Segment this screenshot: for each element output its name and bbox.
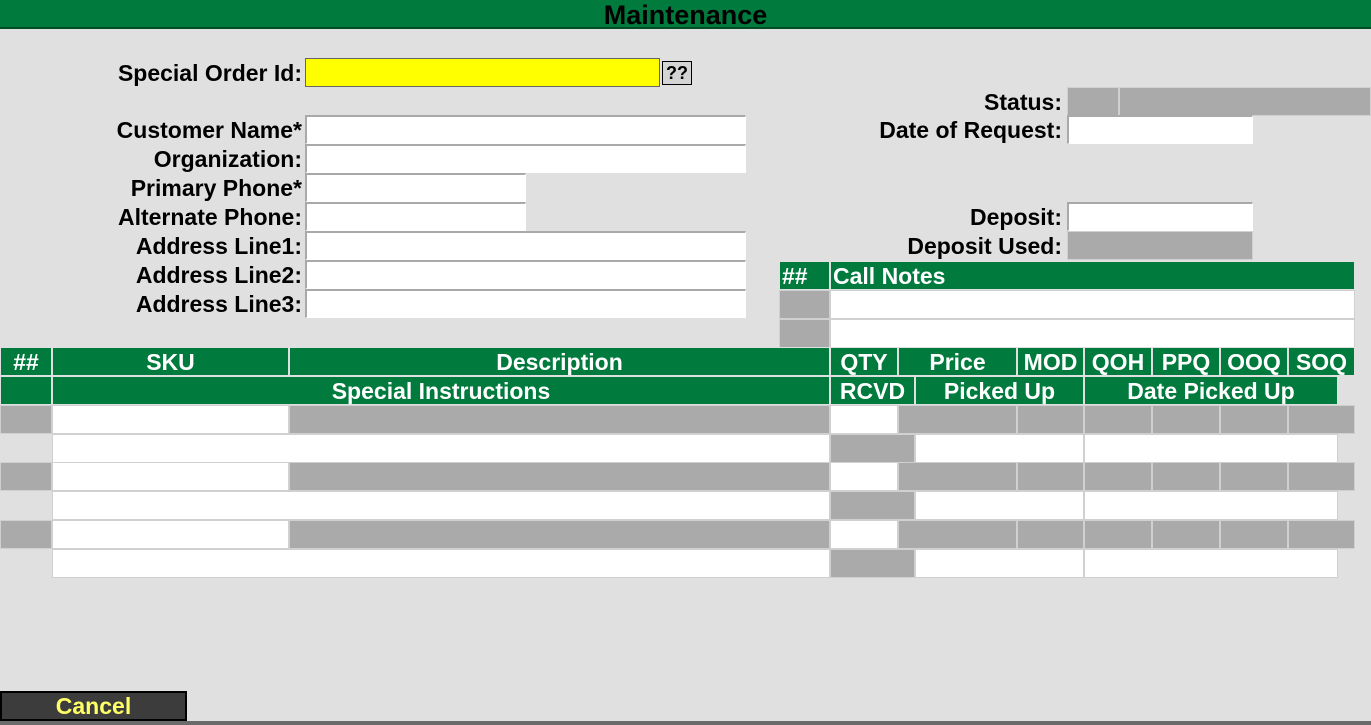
row-number-cell (0, 462, 52, 491)
col-header-ooq: OOQ (1220, 347, 1288, 376)
special-order-id-label: Special Order Id: (117, 60, 302, 86)
customer-name-input[interactable] (305, 115, 746, 144)
status-code-field (1067, 87, 1119, 116)
soq-cell (1288, 520, 1355, 549)
sku-cell[interactable] (52, 462, 289, 491)
date-picked-up-cell[interactable] (1084, 434, 1338, 463)
qty-cell[interactable] (830, 405, 898, 434)
col-header-mod: MOD (1017, 347, 1084, 376)
address-line2-input[interactable] (305, 260, 746, 289)
cancel-button[interactable]: Cancel (0, 691, 187, 721)
address-line1-input[interactable] (305, 231, 746, 260)
sku-cell[interactable] (52, 405, 289, 434)
date-picked-up-cell[interactable] (1084, 549, 1338, 578)
col-header-rcvd: RCVD (830, 376, 915, 405)
col-header-picked-up: Picked Up (915, 376, 1084, 405)
row-number-cell (0, 520, 52, 549)
qty-cell[interactable] (830, 462, 898, 491)
customer-name-label: Customer Name* (116, 117, 302, 143)
rcvd-cell (830, 434, 915, 463)
rcvd-cell (830, 491, 915, 520)
date-picked-up-cell[interactable] (1084, 491, 1338, 520)
ooq-cell (1220, 405, 1288, 434)
date-of-request-input[interactable] (1067, 115, 1253, 144)
price-cell (898, 405, 1017, 434)
deposit-used-label: Deposit Used: (907, 233, 1062, 259)
status-description-field (1119, 87, 1371, 116)
special-instructions-cell[interactable] (52, 434, 830, 463)
col-header-qty: QTY (830, 347, 898, 376)
special-instructions-cell[interactable] (52, 549, 830, 578)
special-instructions-cell[interactable] (52, 491, 830, 520)
picked-up-cell[interactable] (915, 434, 1084, 463)
mod-cell (1017, 405, 1084, 434)
alternate-phone-input[interactable] (305, 202, 526, 231)
col-header-sku: SKU (52, 347, 289, 376)
call-notes-header: Call Notes (830, 261, 1355, 290)
call-note-number-cell (779, 290, 830, 319)
call-note-cell[interactable] (830, 290, 1355, 319)
deposit-used-field (1067, 231, 1253, 260)
status-label: Status: (984, 89, 1062, 115)
picked-up-cell[interactable] (915, 549, 1084, 578)
qoh-cell (1084, 405, 1152, 434)
address-line3-input[interactable] (305, 289, 746, 318)
bottom-border (0, 721, 1371, 725)
col-header-ppq: PPQ (1152, 347, 1220, 376)
mod-cell (1017, 520, 1084, 549)
qoh-cell (1084, 462, 1152, 491)
col-header-date-picked-up: Date Picked Up (1084, 376, 1338, 405)
price-cell (898, 520, 1017, 549)
col-header-price: Price (898, 347, 1017, 376)
special-order-id-input[interactable] (305, 58, 660, 87)
ppq-cell (1152, 405, 1220, 434)
ooq-cell (1220, 462, 1288, 491)
primary-phone-label: Primary Phone* (130, 175, 302, 201)
primary-phone-input[interactable] (305, 173, 526, 202)
rcvd-cell (830, 549, 915, 578)
col-header-blank (0, 376, 52, 405)
alternate-phone-label: Alternate Phone: (117, 204, 302, 230)
address-line2-label: Address Line2: (135, 262, 302, 288)
window-title: Maintenance (0, 0, 1371, 30)
call-note-number-cell (779, 319, 830, 348)
mod-cell (1017, 462, 1084, 491)
date-of-request-label: Date of Request: (879, 117, 1062, 143)
description-cell (289, 405, 830, 434)
organization-label: Organization: (153, 146, 302, 172)
row-number-cell (0, 405, 52, 434)
description-cell (289, 462, 830, 491)
description-cell (289, 520, 830, 549)
ooq-cell (1220, 520, 1288, 549)
address-line3-label: Address Line3: (135, 291, 302, 317)
deposit-label: Deposit: (970, 204, 1062, 230)
col-header-special-instructions: Special Instructions (52, 376, 830, 405)
call-note-cell[interactable] (830, 319, 1355, 348)
price-cell (898, 462, 1017, 491)
ppq-cell (1152, 520, 1220, 549)
qty-cell[interactable] (830, 520, 898, 549)
col-header-number: ## (0, 347, 52, 376)
ppq-cell (1152, 462, 1220, 491)
col-header-qoh: QOH (1084, 347, 1152, 376)
organization-input[interactable] (305, 144, 746, 173)
soq-cell (1288, 462, 1355, 491)
soq-cell (1288, 405, 1355, 434)
deposit-input[interactable] (1067, 202, 1253, 231)
call-notes-number-header: ## (779, 261, 830, 290)
address-line1-label: Address Line1: (135, 233, 302, 259)
sku-cell[interactable] (52, 520, 289, 549)
col-header-soq: SOQ (1288, 347, 1355, 376)
picked-up-cell[interactable] (915, 491, 1084, 520)
lookup-button[interactable]: ?? (662, 61, 692, 85)
col-header-description: Description (289, 347, 830, 376)
qoh-cell (1084, 520, 1152, 549)
